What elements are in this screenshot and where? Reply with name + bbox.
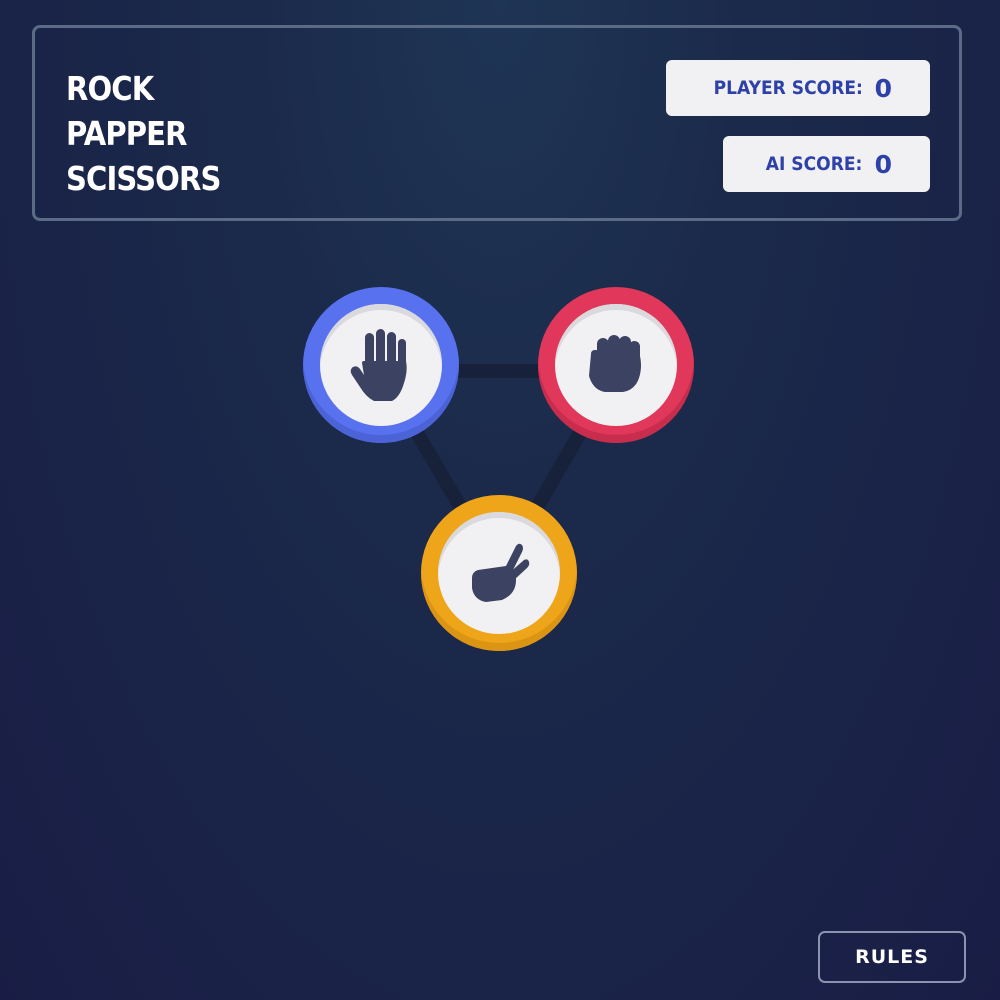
peace-hand-icon	[472, 543, 530, 602]
rock-choice-face	[555, 304, 677, 426]
fist-icon	[589, 335, 641, 392]
scissors-choice-button[interactable]	[421, 495, 577, 651]
rules-button[interactable]: RULES	[818, 931, 966, 983]
open-hand-icon	[350, 329, 407, 401]
rock-choice-button[interactable]	[538, 287, 694, 443]
scissors-choice-face	[438, 512, 560, 634]
paper-choice-face	[320, 304, 442, 426]
paper-choice-button[interactable]	[303, 287, 459, 443]
